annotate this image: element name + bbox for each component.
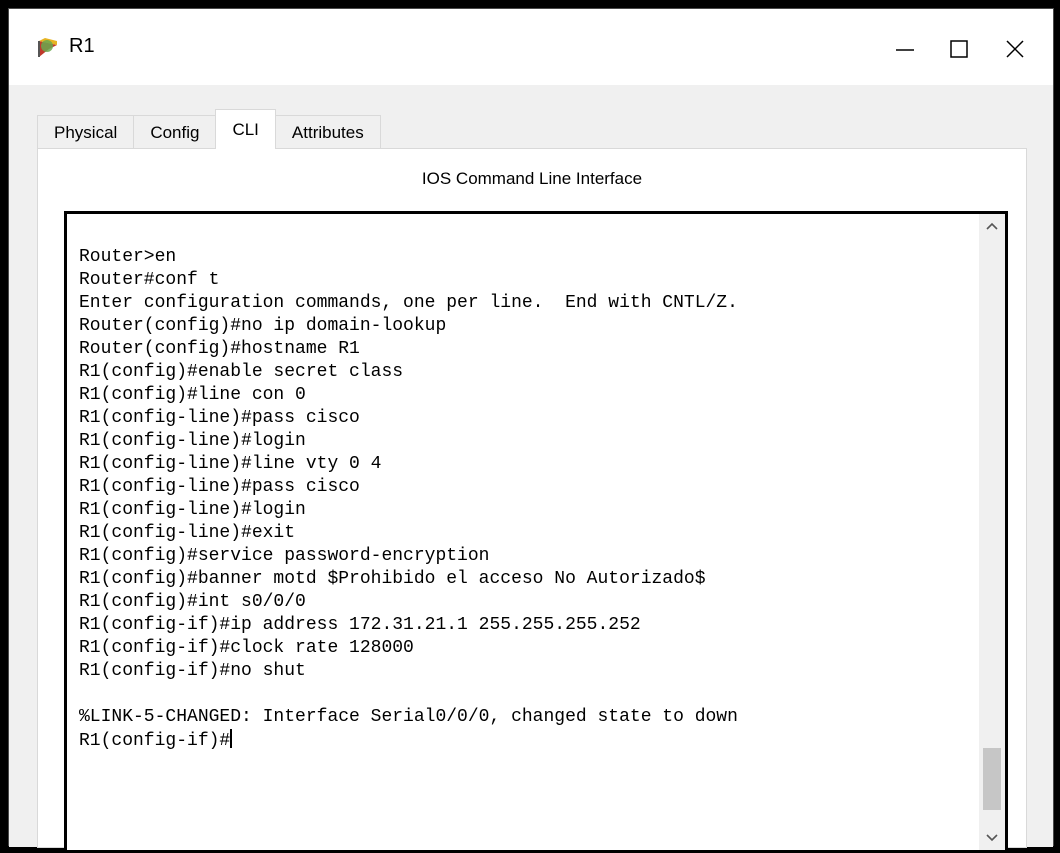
terminal-line: R1(config)#service password-encryption	[79, 545, 965, 568]
minimize-button[interactable]	[875, 27, 935, 71]
terminal-line-text: R1(config-line)#exit	[79, 523, 296, 543]
terminal-line-text: R1(config-if)#	[79, 731, 231, 751]
maximize-icon	[950, 40, 968, 58]
terminal-line-text: R1(config-line)#login	[79, 431, 306, 451]
terminal-line-text: R1(config-line)#pass cisco	[79, 477, 360, 497]
terminal-line-text: R1(config)#enable secret class	[79, 362, 404, 382]
window-title: R1	[69, 35, 95, 57]
tab-attributes[interactable]: Attributes	[274, 115, 381, 149]
terminal-line: R1(config-if)#clock rate 128000	[79, 637, 965, 660]
cli-panel: IOS Command Line Interface Router>en Rout…	[37, 148, 1027, 853]
terminal-line: Router(config)#no ip domain-lookup	[79, 315, 965, 338]
scrollbar-thumb[interactable]	[983, 748, 1001, 810]
scroll-down-button[interactable]	[979, 826, 1005, 850]
tab-bar: Physical Config CLI Attributes	[37, 109, 381, 149]
terminal-line-text: %LINK-5-CHANGED: Interface Serial0/0/0, …	[79, 707, 738, 727]
terminal-line: R1(config)#enable secret class	[79, 361, 965, 384]
terminal-line: %LINK-5-CHANGED: Interface Serial0/0/0, …	[79, 706, 965, 729]
terminal-line-text: Enter configuration commands, one per li…	[79, 293, 738, 313]
terminal-line: R1(config)#banner motd $Prohibido el acc…	[79, 568, 965, 591]
terminal-line: R1(config)#int s0/0/0	[79, 591, 965, 614]
title-bar[interactable]: R1	[9, 9, 1053, 85]
terminal-line-text: R1(config)#line con 0	[79, 385, 306, 405]
chevron-up-icon	[986, 222, 998, 230]
router-window: R1 Physical Config CLI Attributes IOS Co…	[8, 8, 1054, 853]
maximize-button[interactable]	[929, 27, 989, 71]
terminal-line-text: R1(config-if)#ip address 172.31.21.1 255…	[79, 615, 641, 635]
scroll-up-button[interactable]	[979, 214, 1005, 238]
terminal-line-text: R1(config-line)#line vty 0 4	[79, 454, 382, 474]
terminal-line: R1(config-line)#exit	[79, 522, 965, 545]
text-cursor	[230, 729, 233, 748]
tab-physical[interactable]: Physical	[37, 115, 135, 149]
terminal-line-text: R1(config-line)#pass cisco	[79, 408, 360, 428]
close-icon	[1006, 40, 1024, 58]
terminal-line: R1(config-line)#pass cisco	[79, 407, 965, 430]
terminal-line: Router(config)#hostname R1	[79, 338, 965, 361]
terminal-line-text: Router(config)#no ip domain-lookup	[79, 316, 447, 336]
terminal-line-text: R1(config-if)#clock rate 128000	[79, 638, 414, 658]
terminal-line-text: Router>en	[79, 247, 177, 267]
terminal-line-text: R1(config)#service password-encryption	[79, 546, 490, 566]
terminal-line: Enter configuration commands, one per li…	[79, 292, 965, 315]
terminal-line-text: R1(config-line)#login	[79, 500, 306, 520]
window-body: Physical Config CLI Attributes IOS Comma…	[9, 85, 1053, 853]
terminal-line-text: Router#conf t	[79, 270, 220, 290]
chevron-down-icon	[986, 834, 998, 842]
close-button[interactable]	[985, 27, 1045, 71]
terminal-line-text: Router(config)#hostname R1	[79, 339, 360, 359]
tab-cli[interactable]: CLI	[215, 109, 276, 149]
terminal-line: R1(config)#line con 0	[79, 384, 965, 407]
terminal-line: R1(config-line)#line vty 0 4	[79, 453, 965, 476]
terminal-line: R1(config-if)#	[79, 729, 965, 752]
terminal-line: R1(config-line)#login	[79, 499, 965, 522]
terminal-line: R1(config-line)#login	[79, 430, 965, 453]
terminal-line: R1(config-line)#pass cisco	[79, 476, 965, 499]
tab-config[interactable]: Config	[133, 115, 217, 149]
terminal-line-text: R1(config-if)#no shut	[79, 661, 306, 681]
minimize-icon	[896, 49, 914, 51]
router-icon	[38, 38, 57, 57]
terminal-line: Router#conf t	[79, 269, 965, 292]
terminal-line: R1(config-if)#ip address 172.31.21.1 255…	[79, 614, 965, 637]
terminal-line-text: R1(config)#banner motd $Prohibido el acc…	[79, 569, 706, 589]
terminal-scrollbar[interactable]	[979, 214, 1005, 850]
cli-heading: IOS Command Line Interface	[421, 169, 643, 188]
terminal-line-text: R1(config)#int s0/0/0	[79, 592, 306, 612]
cli-terminal[interactable]: Router>en Router#conf t Enter configuratio…	[64, 211, 1008, 853]
terminal-line: Router>en	[79, 246, 965, 269]
terminal-line: R1(config-if)#no shut	[79, 660, 965, 683]
terminal-output: Router>en Router#conf t Enter configuratio…	[79, 246, 965, 752]
